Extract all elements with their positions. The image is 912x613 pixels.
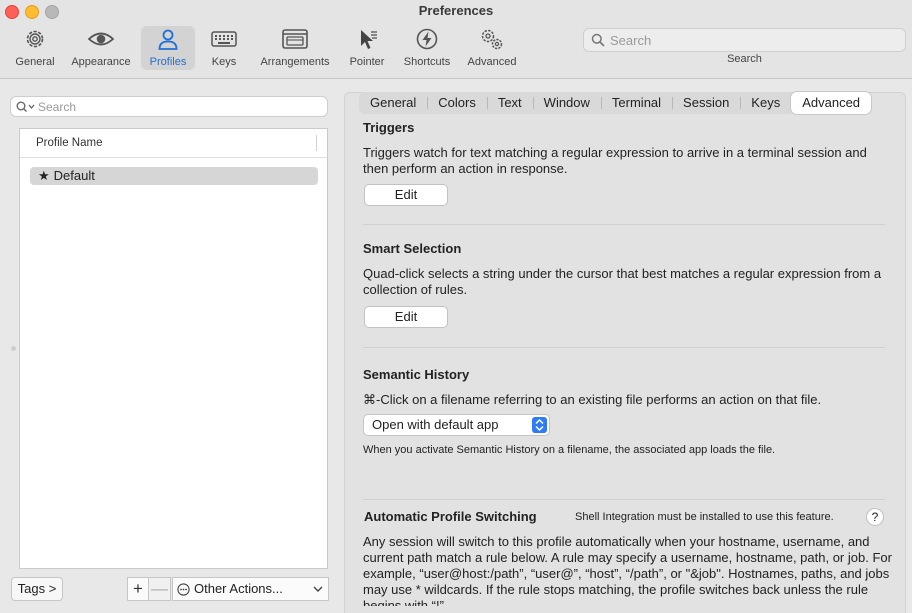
shell-integration-note: Shell Integration must be installed to u…: [575, 511, 834, 523]
tab-terminal[interactable]: Terminal: [600, 92, 672, 114]
semantic-history-action-popup[interactable]: Open with default app: [363, 414, 550, 436]
person-icon: [158, 29, 178, 50]
tab-window[interactable]: Window: [532, 92, 601, 114]
help-button[interactable]: ?: [866, 508, 884, 526]
toolbar-profiles[interactable]: Profiles: [141, 26, 195, 70]
toolbar-general-label: General: [15, 56, 55, 68]
semantic-history-note: When you activate Semantic History on a …: [363, 444, 776, 456]
profile-row-label: Default: [53, 168, 95, 183]
pointer-icon: [361, 30, 377, 49]
gear-icon: [26, 30, 44, 48]
tab-session[interactable]: Session: [672, 92, 740, 114]
toolbar-shortcuts-label: Shortcuts: [403, 56, 451, 68]
semantic-history-title: Semantic History: [363, 367, 470, 382]
toolbar-arrangements[interactable]: Arrangements: [254, 26, 336, 70]
toolbar-pointer[interactable]: Pointer: [344, 26, 390, 70]
section-divider: [363, 347, 885, 348]
auto-profile-switching-title: Automatic Profile Switching: [364, 509, 537, 524]
tab-advanced[interactable]: Advanced: [791, 92, 872, 114]
more-icon: [177, 583, 190, 596]
profile-tabs: General Colors Text Window Terminal Sess…: [359, 92, 872, 114]
section-divider: [363, 224, 885, 225]
toolbar-pointer-label: Pointer: [349, 56, 385, 68]
eye-icon: [87, 32, 115, 46]
profile-search-placeholder: Search: [38, 100, 77, 114]
tab-keys[interactable]: Keys: [740, 92, 791, 114]
toolbar-appearance[interactable]: Appearance: [66, 26, 136, 70]
split-view-handle[interactable]: [11, 346, 16, 351]
smart-selection-edit-button[interactable]: Edit: [364, 306, 448, 328]
gears-icon: [481, 29, 503, 50]
semantic-history-description: ⌘-Click on a filename referring to an ex…: [363, 392, 822, 407]
smart-selection-title: Smart Selection: [363, 241, 462, 256]
section-divider: [363, 499, 885, 500]
toolbar-search-placeholder: Search: [610, 33, 652, 48]
keyboard-icon: [211, 31, 237, 47]
column-divider: [316, 135, 317, 151]
toolbar-keys[interactable]: Keys: [204, 26, 244, 70]
triggers-description: Triggers watch for text matching a regul…: [363, 145, 867, 176]
bolt-icon: [416, 28, 438, 50]
tags-button[interactable]: Tags >: [11, 577, 63, 601]
profile-row-default[interactable]: ★ Default: [30, 167, 318, 185]
profile-list: Profile Name ★ Default: [19, 128, 328, 569]
toolbar-profiles-label: Profiles: [149, 56, 187, 68]
chevron-down-icon: [313, 586, 323, 592]
search-icon: [591, 33, 605, 47]
other-actions-popup[interactable]: Other Actions...: [172, 577, 329, 601]
remove-profile-button[interactable]: —: [149, 577, 171, 601]
title-bar: Preferences General Appearance Profiles: [0, 0, 912, 79]
windows-icon: [282, 29, 308, 49]
default-profile-star-icon: ★: [38, 168, 50, 183]
tab-general[interactable]: General: [359, 92, 427, 114]
toolbar-advanced[interactable]: Advanced: [463, 26, 521, 70]
smart-selection-description: Quad-click selects a string under the cu…: [363, 266, 882, 297]
toolbar-arrangements-label: Arrangements: [260, 56, 330, 68]
other-actions-label: Other Actions...: [194, 581, 283, 596]
tab-text[interactable]: Text: [486, 92, 533, 114]
search-icon: [16, 101, 35, 112]
tab-colors[interactable]: Colors: [427, 92, 487, 114]
toolbar-shortcuts[interactable]: Shortcuts: [398, 26, 456, 70]
toolbar-general[interactable]: General: [10, 26, 60, 70]
window-title: Preferences: [418, 3, 494, 18]
toolbar-search-label: Search: [727, 53, 762, 65]
auto-profile-switching-description: Any session will switch to this profile …: [363, 534, 892, 606]
triggers-edit-button[interactable]: Edit: [364, 184, 448, 206]
toolbar-appearance-label: Appearance: [71, 56, 131, 68]
semantic-history-action-value: Open with default app: [372, 417, 499, 432]
profile-search-input[interactable]: Search: [10, 96, 328, 117]
triggers-title: Triggers: [363, 120, 415, 135]
profile-name-column-header: Profile Name: [36, 137, 103, 149]
toolbar-keys-label: Keys: [211, 56, 237, 68]
popup-stepper-icon: [532, 417, 547, 433]
profile-list-header[interactable]: Profile Name: [20, 129, 327, 158]
toolbar-advanced-label: Advanced: [467, 56, 517, 68]
toolbar-search-input[interactable]: Search: [583, 28, 906, 52]
add-profile-button[interactable]: +: [127, 577, 149, 601]
